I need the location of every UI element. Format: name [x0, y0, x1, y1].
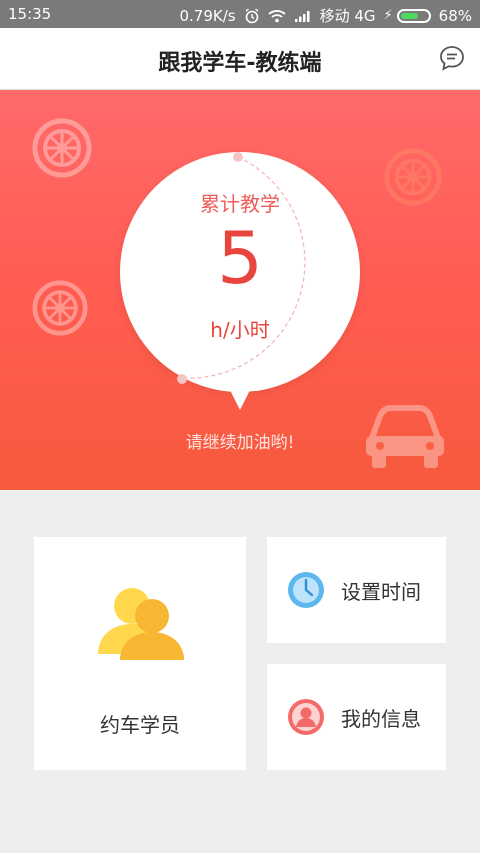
users-icon — [98, 588, 184, 660]
status-bar: 15:35 0.79K/s 移动 4G ⚡ 68% — [0, 0, 480, 28]
wheel-icon — [32, 118, 92, 178]
signal-icon — [294, 10, 310, 22]
page-title: 跟我学车-教练端 — [158, 51, 322, 76]
wifi-icon — [267, 9, 286, 22]
clock-icon — [288, 572, 324, 608]
encourage-text: 请继续加油哟! — [185, 433, 295, 453]
user-avatar-icon — [288, 699, 324, 735]
teaching-summary-banner: 累计教学 5 h/小时 请继续加油哟! — [0, 90, 480, 490]
charging-icon: ⚡ — [383, 8, 393, 23]
set-time-card[interactable]: 设置时间 — [267, 537, 446, 643]
status-right-group: 0.79K/s 移动 4G ⚡ 68% — [179, 5, 472, 26]
battery-fill — [400, 12, 419, 19]
my-info-label: 我的信息 — [341, 706, 421, 731]
battery-percent: 68% — [438, 6, 472, 25]
alarm-icon — [245, 7, 259, 23]
network-speed: 0.79K/s — [179, 6, 236, 25]
app-header: 跟我学车-教练端 — [0, 28, 480, 90]
carrier-label: 移动 4G — [319, 7, 376, 25]
chat-bubble-icon[interactable] — [438, 44, 466, 72]
status-time: 15:35 — [8, 5, 52, 23]
set-time-row: 设置时间 — [287, 571, 421, 609]
progress-arc — [177, 152, 306, 384]
my-info-card[interactable]: 我的信息 — [267, 664, 446, 770]
wheel-icon — [32, 280, 88, 336]
booked-students-card[interactable]: 约车学员 — [34, 537, 246, 770]
my-info-row: 我的信息 — [287, 698, 421, 736]
wheel-icon — [384, 148, 442, 206]
booked-students-label: 约车学员 — [100, 713, 180, 737]
set-time-label: 设置时间 — [341, 579, 421, 604]
battery-icon — [396, 8, 431, 23]
